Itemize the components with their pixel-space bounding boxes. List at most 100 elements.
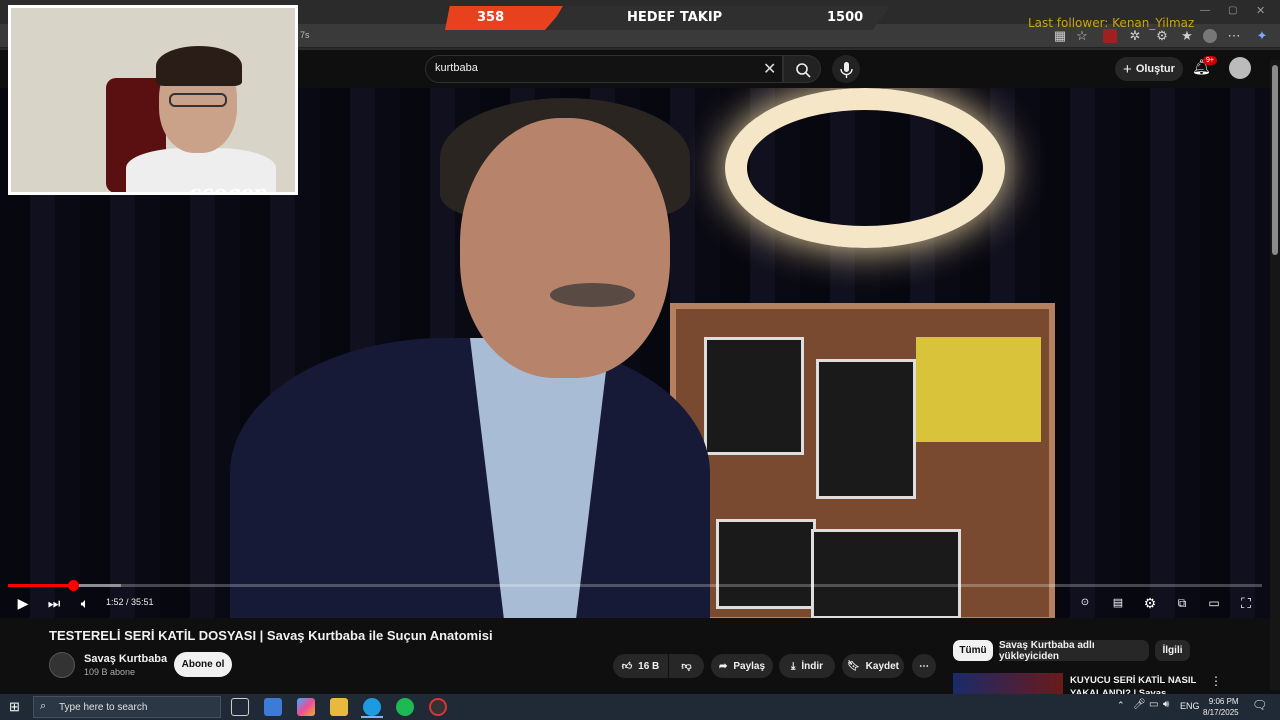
progress-bar[interactable] [8, 584, 1262, 587]
voice-search-button[interactable] [832, 55, 860, 83]
speaker-icon[interactable]: 🔊︎ [1163, 699, 1169, 710]
save-label: Kaydet [865, 660, 900, 672]
copilot-icon[interactable]: ✦ [1255, 29, 1269, 43]
task-view-icon[interactable] [231, 698, 249, 716]
webcam-watermark: ccogen [189, 180, 268, 195]
window-minimize-icon[interactable]: — [1200, 5, 1210, 16]
board-photo [816, 359, 916, 499]
share-label: Paylaş [733, 660, 766, 672]
windows-start-icon[interactable]: ⊞ [9, 699, 20, 715]
notifications-button[interactable]: 🔔︎ 9+ [1192, 56, 1217, 80]
thumbs-up-icon: 👍︎ [621, 661, 633, 672]
stream-goal-bar: 358 HEDEF TAKIP 1500 [445, 6, 890, 30]
extensions-icon[interactable]: ▦ [1053, 29, 1067, 43]
extension-red-icon[interactable] [1103, 29, 1117, 43]
recommendation-menu-icon[interactable]: ⋮ [1210, 674, 1222, 688]
create-label: Oluştur [1135, 63, 1175, 75]
active-app-indicator [361, 716, 383, 718]
more-actions-button[interactable]: ⋯ [912, 654, 936, 678]
theater-mode-icon[interactable]: ▭ [1205, 594, 1223, 612]
board-photo [716, 519, 816, 609]
like-count: 16 B [638, 660, 660, 672]
tray-overflow-icon[interactable]: ⌃ [1117, 700, 1125, 711]
download-icon: ⤓ [790, 660, 796, 672]
window-maximize-icon[interactable]: ▢ [1228, 5, 1237, 16]
microphone-tray-icon[interactable]: 🎤︎ [1133, 699, 1146, 710]
board-photo [811, 529, 961, 618]
subscriber-count: 109 B abone [84, 667, 136, 677]
more-menu-icon[interactable]: ⋯ [1227, 29, 1241, 43]
chip-from-uploader[interactable]: Savaş Kurtbaba adlı yükleyiciden [999, 640, 1149, 662]
bookmark-icon: 🔖︎ [846, 660, 860, 672]
autoplay-toggle-icon[interactable]: ⊙ [1074, 594, 1096, 612]
create-button[interactable]: + Oluştur [1115, 57, 1183, 81]
window-close-icon[interactable]: ✕ [1256, 4, 1265, 17]
clear-search-icon[interactable]: ✕ [763, 59, 776, 79]
split-screen-icon[interactable]: ⚙ [1155, 29, 1169, 43]
time-display: 1:52 / 35:51 [106, 597, 154, 607]
streamer-webcam: ccogen [8, 5, 298, 195]
last-follower-text: Last follower: Kenan_Yilmaz [1028, 16, 1195, 30]
clock-time: 9:06 PM [1208, 697, 1239, 706]
search-input-value[interactable]: kurtbaba [435, 62, 478, 74]
board-photo [704, 337, 804, 455]
extension-puzzle-icon[interactable]: ✲ [1128, 29, 1142, 43]
channel-avatar[interactable] [49, 652, 75, 678]
subscribe-button[interactable]: Abone ol [174, 652, 232, 677]
thumbs-down-icon: 👎︎ [681, 661, 692, 672]
notification-badge: 9+ [1203, 56, 1217, 65]
clock-date: 8/17/2025 [1203, 708, 1239, 717]
obs-icon[interactable] [429, 698, 447, 716]
download-label: İndir [801, 660, 824, 672]
search-input[interactable] [425, 55, 783, 83]
chip-related[interactable]: İlgili [1155, 640, 1190, 661]
input-language[interactable]: ENG [1180, 701, 1200, 711]
address-bar-text[interactable]: 7s [300, 30, 310, 40]
edge-browser-icon[interactable] [363, 698, 381, 716]
taskbar-search-box[interactable]: ⌕ Type here to search [33, 696, 221, 718]
scrollbar-thumb[interactable] [1272, 65, 1278, 255]
goal-current-count: 358 [477, 10, 505, 25]
goal-label: HEDEF TAKIP [627, 10, 723, 25]
next-video-icon[interactable]: ⏭ [45, 594, 63, 612]
file-explorer-icon[interactable] [330, 698, 348, 716]
spotify-icon[interactable] [396, 698, 414, 716]
channel-name[interactable]: Savaş Kurtbaba [84, 653, 167, 665]
network-icon[interactable]: ▭ [1149, 699, 1158, 710]
save-button[interactable]: 🔖︎ Kaydet [842, 654, 904, 678]
profile-icon[interactable] [1203, 29, 1217, 43]
dislike-button[interactable]: 👎︎ [669, 654, 704, 678]
like-button[interactable]: 👍︎ 16 B [613, 654, 668, 678]
favorite-star-icon[interactable]: ☆ [1075, 29, 1089, 43]
share-button[interactable]: ➦ Paylaş [711, 654, 773, 678]
subtitles-icon[interactable]: ▤ [1109, 594, 1127, 612]
recommendation-thumbnail[interactable] [953, 673, 1063, 695]
notification-center-icon[interactable]: 🗨︎ [1252, 698, 1267, 712]
presenter-face [460, 118, 670, 378]
presenter-mustache [550, 283, 635, 307]
share-icon: ➦ [718, 660, 728, 672]
store-icon[interactable] [264, 698, 282, 716]
account-avatar[interactable] [1229, 57, 1251, 79]
search-icon: ⌕ [40, 700, 47, 712]
cork-board [670, 303, 1055, 618]
settings-gear-icon[interactable]: ⚙ [1141, 594, 1159, 612]
goal-target-count: 1500 [827, 10, 864, 25]
microphone-icon [840, 62, 853, 78]
fullscreen-icon[interactable]: ⛶ [1237, 594, 1255, 612]
chip-all[interactable]: Tümü [953, 640, 993, 661]
progress-played [8, 584, 74, 587]
volume-icon[interactable]: 🔈︎ [76, 594, 94, 612]
taskbar-clock[interactable]: 9:06 PM 8/17/2025 [1203, 696, 1239, 718]
copilot-app-icon[interactable] [297, 698, 315, 716]
favorites-icon[interactable]: ★ [1180, 29, 1194, 43]
recommendation-title[interactable]: KUYUCU SERİ KATİL NASIL YAKALANDI? | Sav… [1070, 674, 1200, 696]
miniplayer-icon[interactable]: ⧉ [1173, 594, 1191, 612]
ring-light [725, 88, 1005, 248]
play-icon[interactable]: ▶ [14, 594, 32, 612]
taskbar-search-placeholder: Type here to search [59, 702, 148, 713]
download-button[interactable]: ⤓ İndir [779, 654, 835, 678]
presenter-jacket [230, 338, 710, 618]
more-horizontal-icon: ⋯ [919, 660, 929, 672]
search-button[interactable] [783, 55, 821, 83]
